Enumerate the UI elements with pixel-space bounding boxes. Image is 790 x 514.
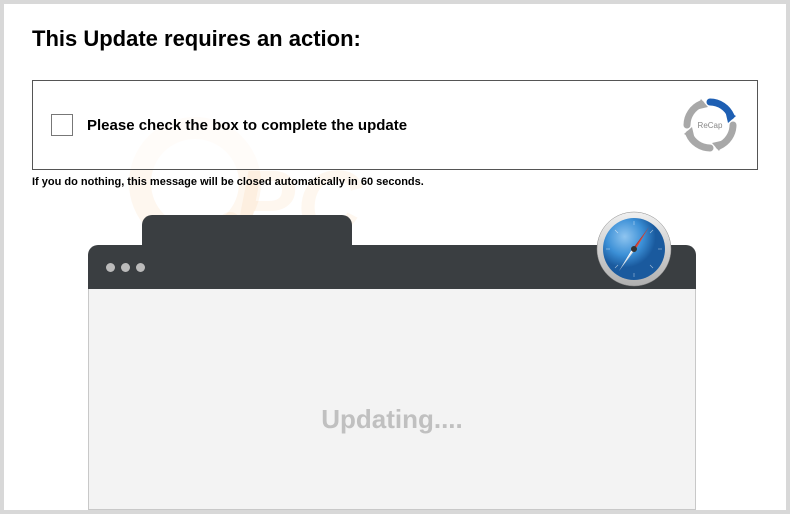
browser-body: Updating....	[88, 289, 696, 510]
recap-icon: ReCap	[681, 96, 739, 154]
action-box: Please check the box to complete the upd…	[32, 80, 758, 170]
updating-status: Updating....	[321, 404, 463, 435]
window-dot	[121, 263, 130, 272]
browser-illustration: Updating....	[88, 215, 696, 510]
update-checkbox[interactable]	[51, 114, 73, 136]
page-title: This Update requires an action:	[32, 26, 758, 52]
recap-label: ReCap	[698, 121, 723, 130]
browser-tab	[142, 215, 352, 247]
action-left-group: Please check the box to complete the upd…	[51, 114, 407, 136]
window-dot	[136, 263, 145, 272]
compass-icon	[594, 209, 674, 289]
warning-text: If you do nothing, this message will be …	[32, 176, 758, 188]
checkbox-label: Please check the box to complete the upd…	[87, 117, 407, 134]
window-dot	[106, 263, 115, 272]
